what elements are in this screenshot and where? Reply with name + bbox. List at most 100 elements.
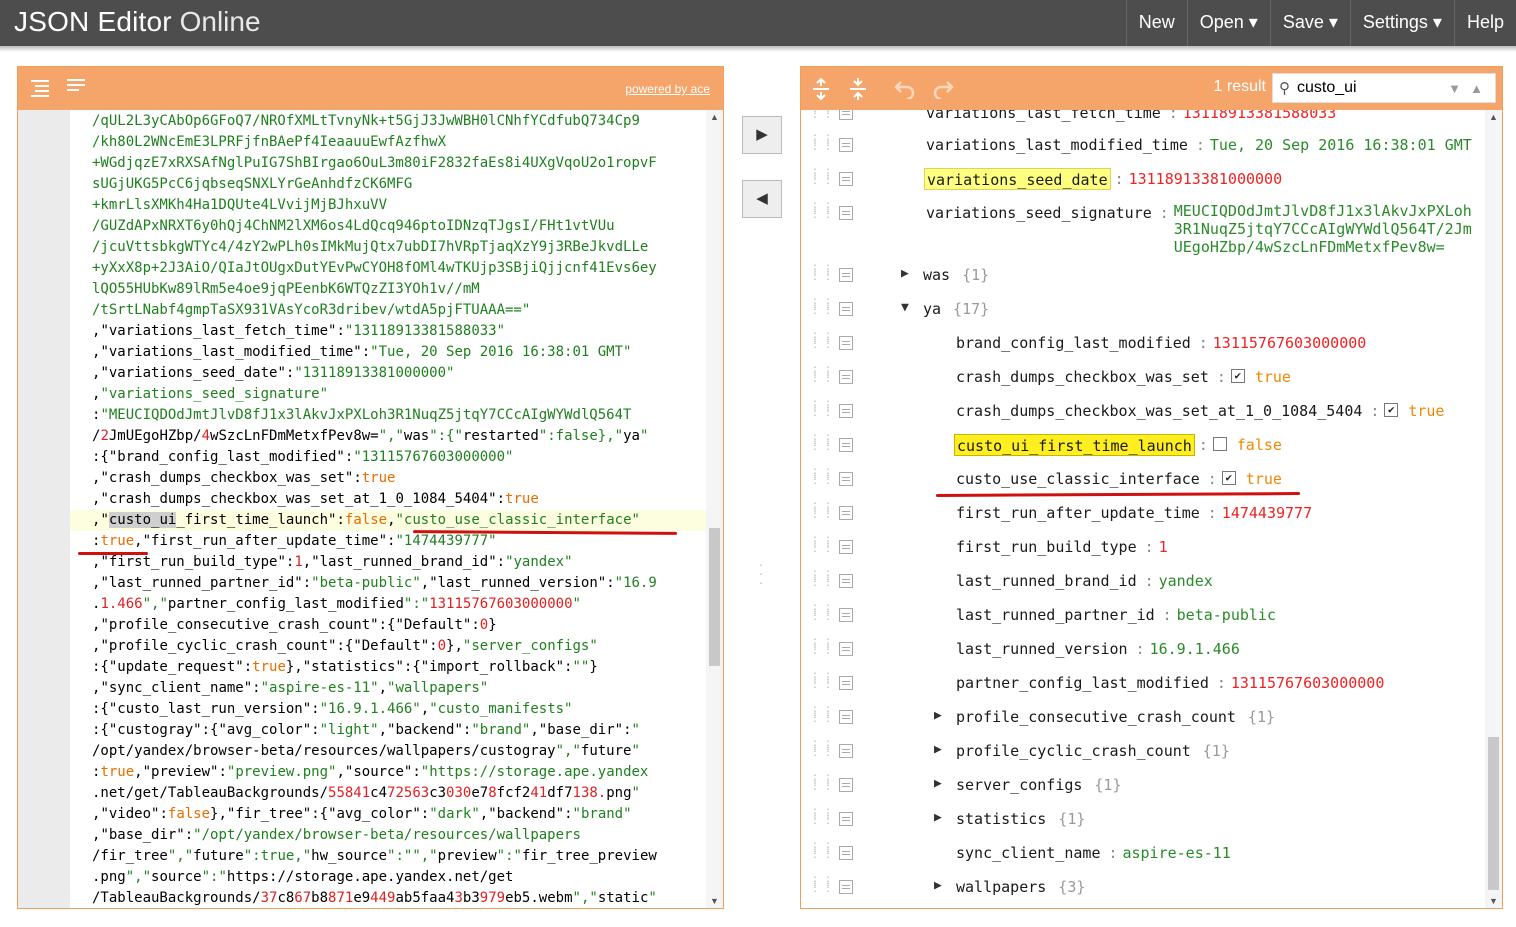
- code-line[interactable]: .png","source":"https://storage.ape.yand…: [70, 867, 706, 888]
- drag-handle-icon[interactable]: ⋮⋮⋮⋮: [809, 297, 834, 318]
- tree-key[interactable]: statistics: [954, 808, 1048, 830]
- tree-key[interactable]: wallpapers: [954, 876, 1048, 898]
- tree-scroll-thumb[interactable]: [1488, 737, 1499, 890]
- drag-handle-icon[interactable]: ⋮⋮⋮⋮: [809, 807, 834, 828]
- code-line[interactable]: ,"variations_seed_date":"131189133810000…: [70, 363, 706, 384]
- save-menu-button[interactable]: Save ▾: [1269, 0, 1350, 46]
- code-line[interactable]: ,"sync_client_name":"aspire-es-11","wall…: [70, 678, 706, 699]
- context-menu-icon[interactable]: [839, 540, 853, 554]
- tree-key[interactable]: first_run_after_update_time: [954, 502, 1202, 524]
- expand-arrow-icon[interactable]: ▶: [934, 742, 942, 757]
- code-line[interactable]: :{"brand_config_last_modified":"13115767…: [70, 447, 706, 468]
- tree-key[interactable]: profile_cyclic_crash_count: [954, 740, 1193, 762]
- code-line[interactable]: ,"profile_cyclic_crash_count":{"Default"…: [70, 636, 706, 657]
- drag-handle-icon[interactable]: ⋮⋮⋮⋮: [809, 501, 834, 522]
- context-menu-icon[interactable]: [839, 880, 853, 894]
- search-previous-icon[interactable]: ▲: [1470, 81, 1483, 96]
- code-line[interactable]: /TableauBackgrounds/37c867b8871e9449ab5f…: [70, 888, 706, 908]
- code-line[interactable]: ,"variations_last_fetch_time":"131189133…: [70, 321, 706, 342]
- expand-arrow-icon[interactable]: ▶: [934, 810, 942, 825]
- tree-scrollbar[interactable]: ▲ ▼: [1485, 110, 1502, 908]
- tree-value[interactable]: Tue, 20 Sep 2016 16:38:01 GMT: [1210, 134, 1472, 156]
- code-line[interactable]: +kmrLlsXMKh4Ha1DQUte4LVvijMjBJhxuVV: [70, 195, 706, 216]
- drag-handle-icon[interactable]: ⋮⋮⋮⋮: [809, 875, 834, 896]
- tree-value[interactable]: MEUCIQDOdJmtJlvD8fJ1x3lAkvJxPXLoh 3R1Nuq…: [1174, 202, 1472, 256]
- drag-handle-icon[interactable]: ⋮⋮⋮⋮: [809, 467, 834, 488]
- tree-value[interactable]: beta-public: [1177, 604, 1276, 626]
- code-scroll-thumb[interactable]: [709, 528, 720, 666]
- format-icon[interactable]: [28, 77, 52, 99]
- code-line[interactable]: +WGdjqzE7xRXSAfNglPuIG7ShBIrgao6OuL3m80i…: [70, 153, 706, 174]
- code-line[interactable]: /opt/yandex/browser-beta/resources/wallp…: [70, 741, 706, 762]
- code-line[interactable]: /qUL2L3yCAbOp6GFoQ7/NROfXMLtTvnyNk+t5GjJ…: [70, 111, 706, 132]
- drag-handle-icon[interactable]: ⋮⋮⋮⋮: [809, 201, 834, 222]
- code-line[interactable]: ,"base_dir":"/opt/yandex/browser-beta/re…: [70, 825, 706, 846]
- tree-key[interactable]: custo_ui_first_time_launch: [954, 434, 1195, 456]
- code-line[interactable]: ,"crash_dumps_checkbox_was_set_at_1_0_10…: [70, 489, 706, 510]
- powered-by-ace-link[interactable]: powered by ace: [625, 82, 710, 96]
- drag-handle-icon[interactable]: ⋮⋮⋮⋮: [809, 773, 834, 794]
- tree-key[interactable]: variations_seed_date: [924, 168, 1111, 190]
- code-line[interactable]: /2JmUEgoHZbp/4wSzcLnFDmMetxfPev8w=","was…: [70, 426, 706, 447]
- tree-value[interactable]: 13118913381588033: [1183, 110, 1337, 124]
- code-line[interactable]: /jcuVttsbkgWTYc4/4zY2wPLh0sIMkMujQtx7ubD…: [70, 237, 706, 258]
- tree-key[interactable]: first_run_build_type: [954, 536, 1139, 558]
- tree-value[interactable]: true: [1246, 468, 1282, 490]
- tree-key[interactable]: server_configs: [954, 774, 1084, 796]
- boolean-checkbox[interactable]: ✔: [1384, 403, 1399, 417]
- tree-value[interactable]: 1474439777: [1222, 502, 1312, 524]
- context-menu-icon[interactable]: [839, 846, 853, 860]
- context-menu-icon[interactable]: [839, 812, 853, 826]
- code-line[interactable]: /tSrtLNabf4gmpTaSX931VAsYcoR3dribev/wtdA…: [70, 300, 706, 321]
- tree-key[interactable]: variations_seed_signature: [924, 202, 1154, 224]
- tree-value[interactable]: 13115767603000000: [1213, 332, 1367, 354]
- boolean-checkbox[interactable]: ✔: [1230, 369, 1245, 383]
- context-menu-icon[interactable]: [839, 438, 853, 452]
- code-line[interactable]: ,"video":false},"fir_tree":{"avg_color":…: [70, 804, 706, 825]
- tree-scroll-down-icon[interactable]: ▼: [1489, 896, 1498, 906]
- search-next-icon[interactable]: ▼: [1448, 81, 1461, 96]
- context-menu-icon[interactable]: [839, 608, 853, 622]
- tree-key[interactable]: crash_dumps_checkbox_was_set_at_1_0_1084…: [954, 400, 1364, 422]
- tree-key[interactable]: brand_config_last_modified: [954, 332, 1193, 354]
- drag-handle-icon[interactable]: ⋮⋮⋮⋮: [809, 603, 834, 624]
- context-menu-icon[interactable]: [839, 574, 853, 588]
- help-button[interactable]: Help: [1453, 0, 1516, 46]
- drag-handle-icon[interactable]: ⋮⋮⋮⋮: [809, 841, 834, 862]
- tree-value[interactable]: 1: [1159, 536, 1168, 558]
- tree-key[interactable]: was: [921, 264, 952, 286]
- tree-key[interactable]: last_runned_version: [954, 638, 1130, 660]
- tree-key[interactable]: ya: [921, 298, 943, 320]
- context-menu-icon[interactable]: [839, 206, 853, 220]
- expand-arrow-icon[interactable]: ▶: [901, 266, 909, 281]
- tree-key[interactable]: crash_dumps_checkbox_was_set: [954, 366, 1211, 388]
- drag-handle-icon[interactable]: ⋮⋮⋮⋮: [809, 110, 834, 122]
- code-line[interactable]: :{"custo_last_run_version":"16.9.1.466",…: [70, 699, 706, 720]
- code-line[interactable]: :true,"preview":"preview.png","source":"…: [70, 762, 706, 783]
- redo-icon[interactable]: [931, 77, 955, 101]
- code-line[interactable]: lQO55HUbKw89lRm5e4oe9jqPEenbK6WTQzZI3YOh…: [70, 279, 706, 300]
- context-menu-icon[interactable]: [839, 506, 853, 520]
- context-menu-icon[interactable]: [839, 778, 853, 792]
- undo-icon[interactable]: [893, 77, 917, 101]
- tree-key[interactable]: sync_client_name: [954, 842, 1103, 864]
- code-line[interactable]: /kh80L2WNcEmE3LPRFjfnBAePf4IeaauuEwfAzfh…: [70, 132, 706, 153]
- code-line[interactable]: .1.466","partner_config_last_modified":"…: [70, 594, 706, 615]
- code-line[interactable]: ,"variations_seed_signature": [70, 384, 706, 405]
- collapse-arrow-icon[interactable]: ▼: [901, 300, 909, 315]
- context-menu-icon[interactable]: [839, 642, 853, 656]
- expand-arrow-icon[interactable]: ▶: [934, 776, 942, 791]
- copy-to-left-button[interactable]: ◀: [742, 180, 782, 218]
- context-menu-icon[interactable]: [839, 676, 853, 690]
- context-menu-icon[interactable]: [839, 302, 853, 316]
- open-menu-button[interactable]: Open ▾: [1186, 0, 1270, 46]
- settings-menu-button[interactable]: Settings ▾: [1349, 0, 1454, 46]
- new-button[interactable]: New: [1125, 0, 1187, 46]
- context-menu-icon[interactable]: [839, 138, 853, 152]
- code-line[interactable]: ,"crash_dumps_checkbox_was_set":true: [70, 468, 706, 489]
- context-menu-icon[interactable]: [839, 110, 853, 120]
- drag-handle-icon[interactable]: ⋮⋮⋮⋮: [809, 365, 834, 386]
- code-line[interactable]: ,"custo_ui_first_time_launch":false,"cus…: [70, 510, 706, 531]
- code-line[interactable]: :{"custogray":{"avg_color":"light","back…: [70, 720, 706, 741]
- code-line[interactable]: ,"first_run_build_type":1,"last_runned_b…: [70, 552, 706, 573]
